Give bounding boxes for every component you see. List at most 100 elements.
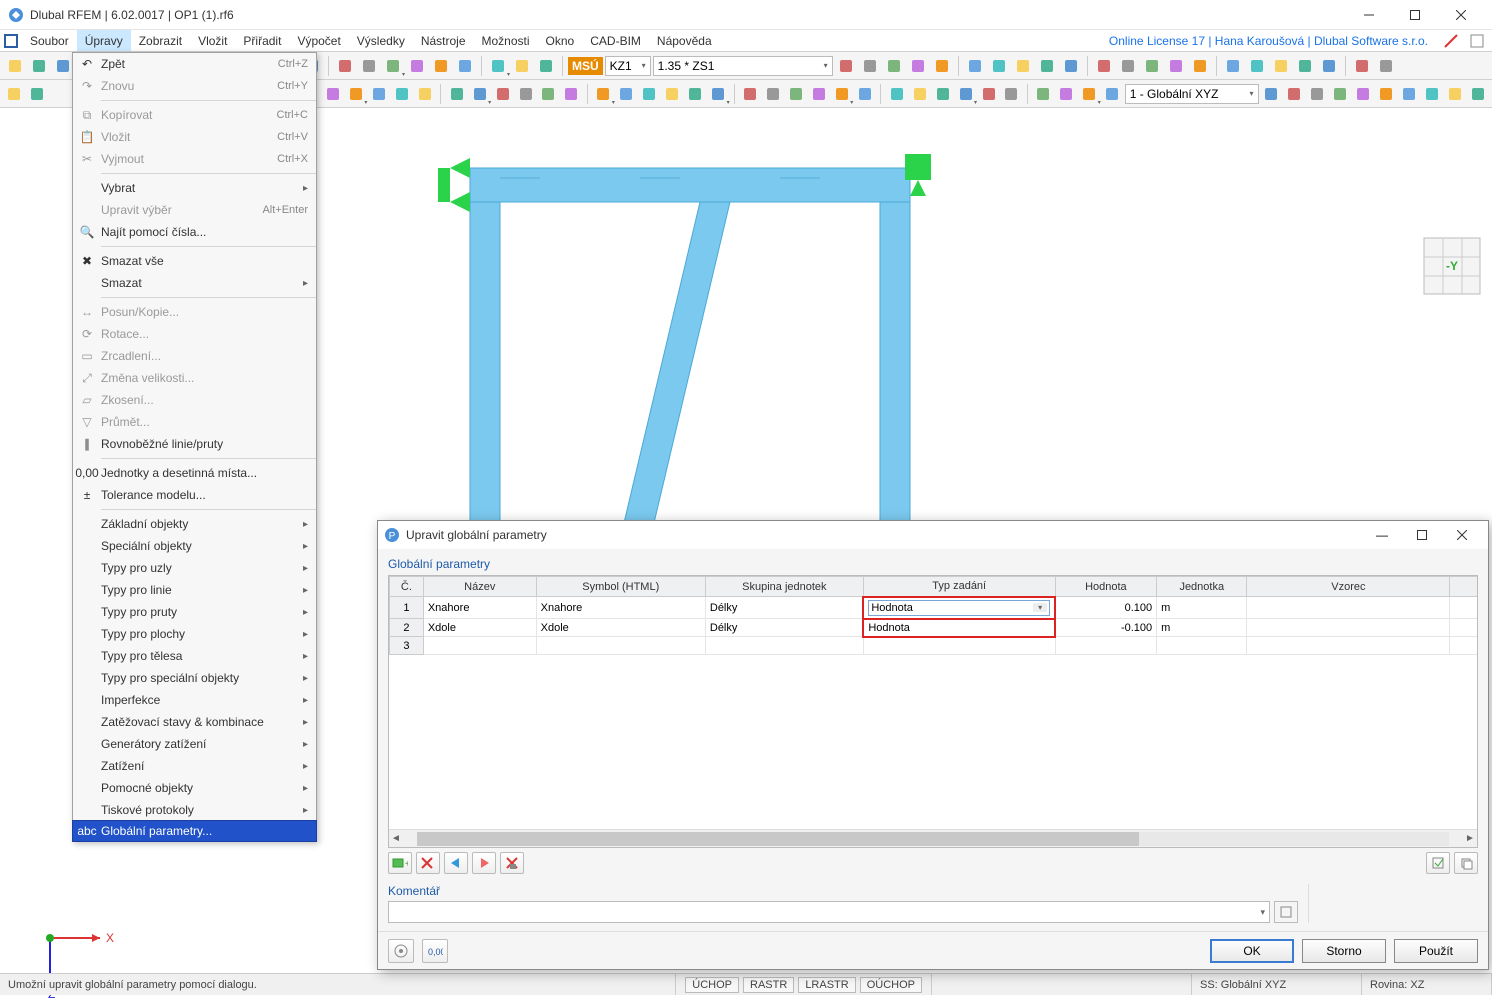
menu-item-typy-pro-pruty[interactable]: Typy pro pruty▸ (73, 601, 316, 623)
col-1[interactable]: Název (423, 577, 536, 597)
tb2-left-1[interactable] (27, 83, 48, 105)
window-close-button[interactable] (1438, 0, 1484, 30)
menu-item-z-kladn-objekty[interactable]: Základní objekty▸ (73, 513, 316, 535)
menu-cad-bim[interactable]: CAD-BIM (582, 30, 649, 51)
menu-item-rovnob-n-linie-pruty[interactable]: ∥Rovnoběžné linie/pruty (73, 433, 316, 455)
tb2-btn-33[interactable] (1102, 83, 1123, 105)
cancel-button[interactable]: Storno (1302, 939, 1386, 963)
tb1-right-btn-5[interactable] (964, 55, 986, 77)
tb1-btn-21[interactable] (535, 55, 557, 77)
add-row-button[interactable]: + (388, 852, 412, 874)
tb2-btn-18[interactable] (740, 83, 761, 105)
tb1-btn-18[interactable] (454, 55, 476, 77)
tb1-btn-13[interactable] (334, 55, 356, 77)
tb2-btn-28[interactable] (978, 83, 999, 105)
menu-item-gener-tory-zat-en-[interactable]: Generátory zatížení▸ (73, 733, 316, 755)
table-row[interactable]: 3 (390, 637, 1478, 655)
tb1-right-btn-2[interactable] (883, 55, 905, 77)
kz-desc-combo[interactable]: 1.35 * ZS1▾ (653, 56, 833, 76)
tb2-btn-22[interactable]: ▾ (831, 83, 852, 105)
parameters-table[interactable]: Č.NázevSymbol (HTML)Skupina jednotekTyp … (388, 575, 1478, 848)
tb2-btn-23[interactable] (854, 83, 875, 105)
tb2-btn-14[interactable] (639, 83, 660, 105)
menu-item-zp-t[interactable]: ↶ZpětCtrl+Z (73, 53, 316, 75)
menu-item-smazat-v-e[interactable]: ✖Smazat vše (73, 250, 316, 272)
tb2-btn-19[interactable] (763, 83, 784, 105)
dialog-maximize-button[interactable] (1402, 522, 1442, 548)
tb2-btn-31[interactable] (1056, 83, 1077, 105)
table-horizontal-scrollbar[interactable]: ◄► (389, 829, 1477, 847)
menu-item-zat-en-[interactable]: Zatížení▸ (73, 755, 316, 777)
col-4[interactable]: Typ zadání (863, 577, 1055, 597)
menu-item-vybrat[interactable]: Vybrat▸ (73, 177, 316, 199)
menu-zobrazit[interactable]: Zobrazit (131, 30, 190, 51)
tb2-right-6[interactable] (1398, 83, 1419, 105)
menu-item-typy-pro-uzly[interactable]: Typy pro uzly▸ (73, 557, 316, 579)
tb1-right-btn-15[interactable] (1222, 55, 1244, 77)
tb1-btn-17[interactable] (430, 55, 452, 77)
navigation-cube[interactable]: -Y (1420, 234, 1484, 298)
tb1-right-btn-13[interactable] (1165, 55, 1187, 77)
menu-item-tiskov-protokoly[interactable]: Tiskové protokoly▸ (73, 799, 316, 821)
tb1-right-btn-20[interactable] (1351, 55, 1373, 77)
tb2-btn-16[interactable] (685, 83, 706, 105)
comment-input[interactable]: ▾ (388, 901, 1270, 923)
license-info[interactable]: Online License 17 | Hana Karoušová | Dlu… (1109, 30, 1436, 51)
tb2-right-7[interactable] (1421, 83, 1442, 105)
tb1-btn-1[interactable] (28, 55, 50, 77)
tb1-right-btn-6[interactable] (988, 55, 1010, 77)
tb1-right-btn-19[interactable] (1318, 55, 1340, 77)
menu-item-naj-t-pomoc-sla-[interactable]: 🔍Najít pomocí čísla... (73, 221, 316, 243)
tb1-right-btn-10[interactable] (1093, 55, 1115, 77)
tb2-btn-21[interactable] (808, 83, 829, 105)
tb1-right-btn-21[interactable] (1375, 55, 1397, 77)
menu-úpravy[interactable]: Úpravy (77, 30, 131, 51)
snap-oúchop[interactable]: OÚCHOP (860, 977, 922, 993)
menu-item-pomocn-objekty[interactable]: Pomocné objekty▸ (73, 777, 316, 799)
tb2-right-8[interactable] (1444, 83, 1465, 105)
tb2-btn-3[interactable] (368, 83, 389, 105)
kz-combo[interactable]: KZ1▾ (605, 56, 651, 76)
tb2-btn-13[interactable] (616, 83, 637, 105)
tb2-right-2[interactable] (1306, 83, 1327, 105)
menubar-tail-icon-1[interactable] (1440, 30, 1462, 52)
tb2-btn-29[interactable] (1001, 83, 1022, 105)
dialog-close-button[interactable] (1442, 522, 1482, 548)
col-8[interactable]: Min (1450, 577, 1477, 597)
menu-vložit[interactable]: Vložit (190, 30, 235, 51)
delete-row-button[interactable] (416, 852, 440, 874)
tb2-btn-5[interactable] (414, 83, 435, 105)
tb2-btn-6[interactable] (446, 83, 467, 105)
tb1-right-btn-18[interactable] (1294, 55, 1316, 77)
tb1-right-btn-0[interactable] (835, 55, 857, 77)
move-left-button[interactable] (444, 852, 468, 874)
menu-nástroje[interactable]: Nástroje (413, 30, 474, 51)
table-row[interactable]: 2XdoleXdoleDélkyHodnota-0.100m (390, 619, 1478, 637)
tb1-right-btn-7[interactable] (1012, 55, 1034, 77)
menu-item-typy-pro-t-lesa[interactable]: Typy pro tělesa▸ (73, 645, 316, 667)
clear-button[interactable] (500, 852, 524, 874)
snap-lrastr[interactable]: LRASTR (798, 977, 855, 993)
move-right-button[interactable] (472, 852, 496, 874)
tb1-btn-20[interactable] (511, 55, 533, 77)
snap-úchop[interactable]: ÚCHOP (685, 977, 739, 993)
menu-item-tolerance-modelu-[interactable]: ±Tolerance modelu... (73, 484, 316, 506)
menu-item-glob-ln-parametry-[interactable]: abcGlobální parametry... (72, 820, 317, 842)
menu-výpočet[interactable]: Výpočet (289, 30, 348, 51)
menu-okno[interactable]: Okno (538, 30, 583, 51)
tb2-btn-7[interactable]: ▾ (469, 83, 490, 105)
menu-nápověda[interactable]: Nápověda (649, 30, 720, 51)
menu-item-typy-pro-speci-ln-objekty[interactable]: Typy pro speciální objekty▸ (73, 667, 316, 689)
col-0[interactable]: Č. (390, 577, 424, 597)
menu-přiřadit[interactable]: Přiřadit (235, 30, 289, 51)
tb2-right-3[interactable] (1329, 83, 1350, 105)
tb1-right-btn-1[interactable] (859, 55, 881, 77)
help-button[interactable] (388, 939, 414, 963)
tb2-btn-17[interactable]: ▾ (708, 83, 729, 105)
tb2-btn-26[interactable] (932, 83, 953, 105)
table-row[interactable]: 1XnahoreXnahoreDélkyHodnota▾0.100m (390, 597, 1478, 619)
coord-system-combo[interactable]: 1 - Globální XYZ▾ (1125, 84, 1259, 104)
menu-item-speci-ln-objekty[interactable]: Speciální objekty▸ (73, 535, 316, 557)
tb1-right-btn-12[interactable] (1141, 55, 1163, 77)
export-button[interactable] (1426, 852, 1450, 874)
